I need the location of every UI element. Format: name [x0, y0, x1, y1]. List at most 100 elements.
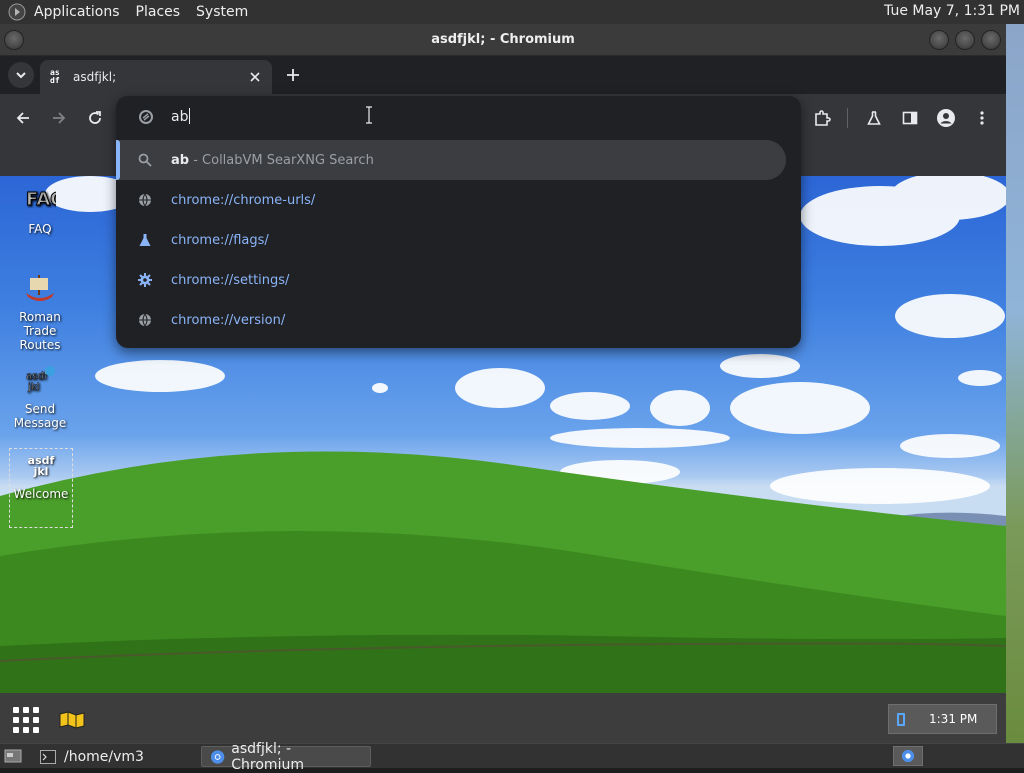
taskbar-item-chromium[interactable]: asdfjkl; - Chromium	[201, 741, 371, 773]
search-icon	[137, 152, 153, 168]
avatar-icon	[937, 109, 955, 127]
plus-icon	[287, 69, 299, 81]
chromium-icon	[210, 749, 225, 764]
tab-active[interactable]: as df asdfjkl;	[40, 60, 272, 94]
omnibox-popup: ab ab - CollabVM SearXNG Search chrome:/…	[116, 96, 801, 348]
grid-dot	[13, 717, 19, 723]
omnibox-suggestion-settings[interactable]: chrome://settings/	[116, 260, 786, 300]
dock-tray[interactable]: 1:31 PM	[888, 704, 997, 734]
gear-icon	[137, 272, 153, 288]
panel-clock[interactable]: Tue May 7, 1:31 PM	[884, 3, 1020, 19]
terminal-icon	[40, 749, 56, 764]
text-caret	[189, 108, 191, 124]
desktop-icon-label: FAQ	[28, 222, 52, 236]
grid-dot	[33, 727, 39, 733]
arrow-right-icon	[53, 112, 66, 124]
suggestion-url: chrome://settings/	[171, 272, 290, 288]
menu-system[interactable]: System	[188, 4, 256, 20]
side-panel-icon	[902, 111, 918, 125]
suggestion-query: ab	[171, 152, 190, 168]
menu-applications[interactable]: Applications	[31, 4, 128, 20]
suggestion-url: chrome://flags/	[171, 232, 269, 248]
back-button[interactable]	[9, 104, 37, 132]
forward-button[interactable]	[45, 104, 73, 132]
toolbar-divider	[847, 108, 848, 128]
svg-text:jkl: jkl	[27, 382, 39, 393]
menu-button[interactable]	[968, 104, 996, 132]
top-panel: Applications Places System Tue May 7, 1:…	[0, 0, 1024, 24]
minimize-button[interactable]	[929, 30, 949, 50]
show-desktop-button[interactable]	[4, 747, 22, 765]
faq-icon: FAQ	[23, 184, 57, 218]
desktop-icon-roman-trade-routes[interactable]: Roman Trade Routes	[8, 272, 72, 352]
window-titlebar[interactable]: asdfjkl; - Chromium	[0, 24, 1006, 56]
tab-search-button[interactable]	[8, 62, 34, 88]
dock-clock: 1:31 PM	[929, 712, 978, 726]
chromium-icon	[901, 749, 915, 763]
ibeam-cursor-icon	[366, 106, 372, 124]
searxng-icon	[139, 110, 153, 124]
close-icon	[250, 72, 260, 82]
grid-dot	[33, 717, 39, 723]
menu-places[interactable]: Places	[128, 4, 189, 20]
globe-icon	[137, 312, 153, 328]
kebab-menu-icon	[980, 111, 984, 125]
chevron-down-icon	[16, 72, 26, 79]
tab-title: asdfjkl;	[73, 70, 117, 84]
puzzle-icon	[815, 110, 831, 126]
suggestion-url: chrome://version/	[171, 312, 286, 328]
reload-icon	[89, 111, 101, 124]
omnibox-suggestion-search[interactable]: ab - CollabVM SearXNG Search	[116, 140, 786, 180]
close-window-button[interactable]	[981, 30, 1001, 50]
extensions-button[interactable]	[808, 104, 836, 132]
svg-text:FAQ: FAQ	[26, 189, 56, 210]
omnibox-suggestion-chrome-urls[interactable]: chrome://chrome-urls/	[116, 180, 786, 220]
grid-dot	[13, 707, 19, 713]
gnome-foot-icon[interactable]	[8, 3, 26, 21]
taskbar-item-label: /home/vm3	[64, 748, 144, 765]
new-tab-button[interactable]	[283, 63, 303, 87]
background-strip	[1006, 24, 1024, 743]
omnibox-text[interactable]: ab	[171, 108, 191, 125]
flask-icon	[867, 111, 881, 125]
grid-dot	[33, 707, 39, 713]
side-panel-button[interactable]	[896, 104, 924, 132]
dock-folder-button[interactable]	[58, 708, 86, 730]
tab-favicon: as df	[50, 68, 60, 85]
desktop-icon-label: Send Message	[13, 402, 67, 430]
omnibox-input[interactable]: ab	[116, 96, 801, 138]
grid-dot	[23, 707, 29, 713]
show-desktop-icon	[4, 749, 22, 763]
tab-close-button[interactable]	[246, 68, 264, 86]
battery-icon	[897, 712, 905, 726]
window-title: asdfjkl; - Chromium	[431, 32, 575, 47]
ship-icon	[23, 272, 57, 306]
globe-icon	[137, 192, 153, 208]
message-icon: asdf jkl	[23, 364, 57, 398]
app-grid-button[interactable]	[10, 704, 40, 734]
omnibox-suggestion-version[interactable]: chrome://version/	[116, 300, 786, 340]
reload-button[interactable]	[81, 104, 109, 132]
labs-button[interactable]	[860, 104, 888, 132]
profile-button[interactable]	[932, 104, 960, 132]
maximize-button[interactable]	[955, 30, 975, 50]
desktop-icon-faq[interactable]: FAQ FAQ	[8, 184, 72, 237]
folder-map-icon	[59, 711, 85, 729]
arrow-left-icon	[16, 112, 29, 124]
svg-text:asdf: asdf	[26, 371, 48, 382]
taskbar-tray-chromium[interactable]	[893, 746, 923, 766]
grid-dot	[23, 717, 29, 723]
omnibox-suggestion-flags[interactable]: chrome://flags/	[116, 220, 786, 260]
desktop-dock	[0, 693, 1006, 743]
desktop-icon-welcome[interactable]: asdf jkl Welcome	[9, 448, 73, 528]
desktop-icon-label: Welcome	[13, 487, 69, 501]
desktop-icon-label: Roman Trade Routes	[19, 310, 61, 352]
suggestion-url: chrome://chrome-urls/	[171, 192, 316, 208]
grid-dot	[23, 727, 29, 733]
flask-icon	[137, 232, 153, 248]
desktop-icon-send-message[interactable]: asdf jkl Send Message	[8, 364, 72, 430]
welcome-icon: asdf jkl	[27, 454, 55, 478]
taskbar-item-terminal[interactable]: /home/vm3	[32, 746, 152, 767]
suggestion-engine: - CollabVM SearXNG Search	[189, 152, 374, 168]
bottom-taskbar: /home/vm3 asdfjkl; - Chromium	[0, 741, 1024, 773]
